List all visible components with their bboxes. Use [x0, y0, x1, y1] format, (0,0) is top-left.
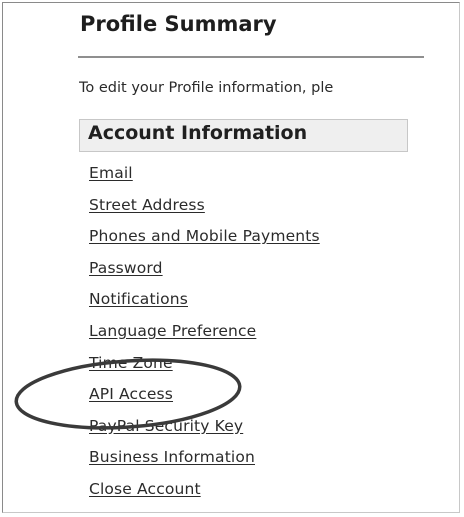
- notifications-link[interactable]: Notifications: [89, 290, 188, 308]
- list-item-time-zone: Time Zone: [89, 352, 320, 384]
- list-item-security-key: PayPal Security Key: [89, 415, 320, 447]
- list-item-close-account: Close Account: [89, 478, 320, 510]
- list-item-email: Email: [89, 162, 320, 194]
- time-zone-link[interactable]: Time Zone: [89, 354, 173, 372]
- street-address-link[interactable]: Street Address: [89, 196, 205, 214]
- title-divider: [78, 56, 424, 58]
- language-preference-link[interactable]: Language Preference: [89, 322, 256, 340]
- section-title: Account Information: [88, 122, 308, 144]
- phones-mobile-payments-link[interactable]: Phones and Mobile Payments: [89, 227, 320, 245]
- close-account-link[interactable]: Close Account: [89, 480, 201, 498]
- api-access-link[interactable]: API Access: [89, 385, 173, 403]
- list-item-language: Language Preference: [89, 320, 320, 352]
- intro-text: To edit your Profile information, ple: [79, 80, 334, 96]
- list-item-notifications: Notifications: [89, 288, 320, 320]
- password-link[interactable]: Password: [89, 259, 163, 277]
- list-item-password: Password: [89, 257, 320, 289]
- page-title: Profile Summary: [80, 12, 277, 36]
- business-information-link[interactable]: Business Information: [89, 448, 255, 466]
- list-item-phones: Phones and Mobile Payments: [89, 225, 320, 257]
- account-information-header: Account Information: [79, 119, 408, 152]
- list-item-business-info: Business Information: [89, 446, 320, 478]
- paypal-security-key-link[interactable]: PayPal Security Key: [89, 417, 243, 435]
- email-link[interactable]: Email: [89, 164, 133, 182]
- list-item-street-address: Street Address: [89, 194, 320, 226]
- account-links-list: Email Street Address Phones and Mobile P…: [89, 162, 320, 510]
- list-item-api-access: API Access: [89, 383, 320, 415]
